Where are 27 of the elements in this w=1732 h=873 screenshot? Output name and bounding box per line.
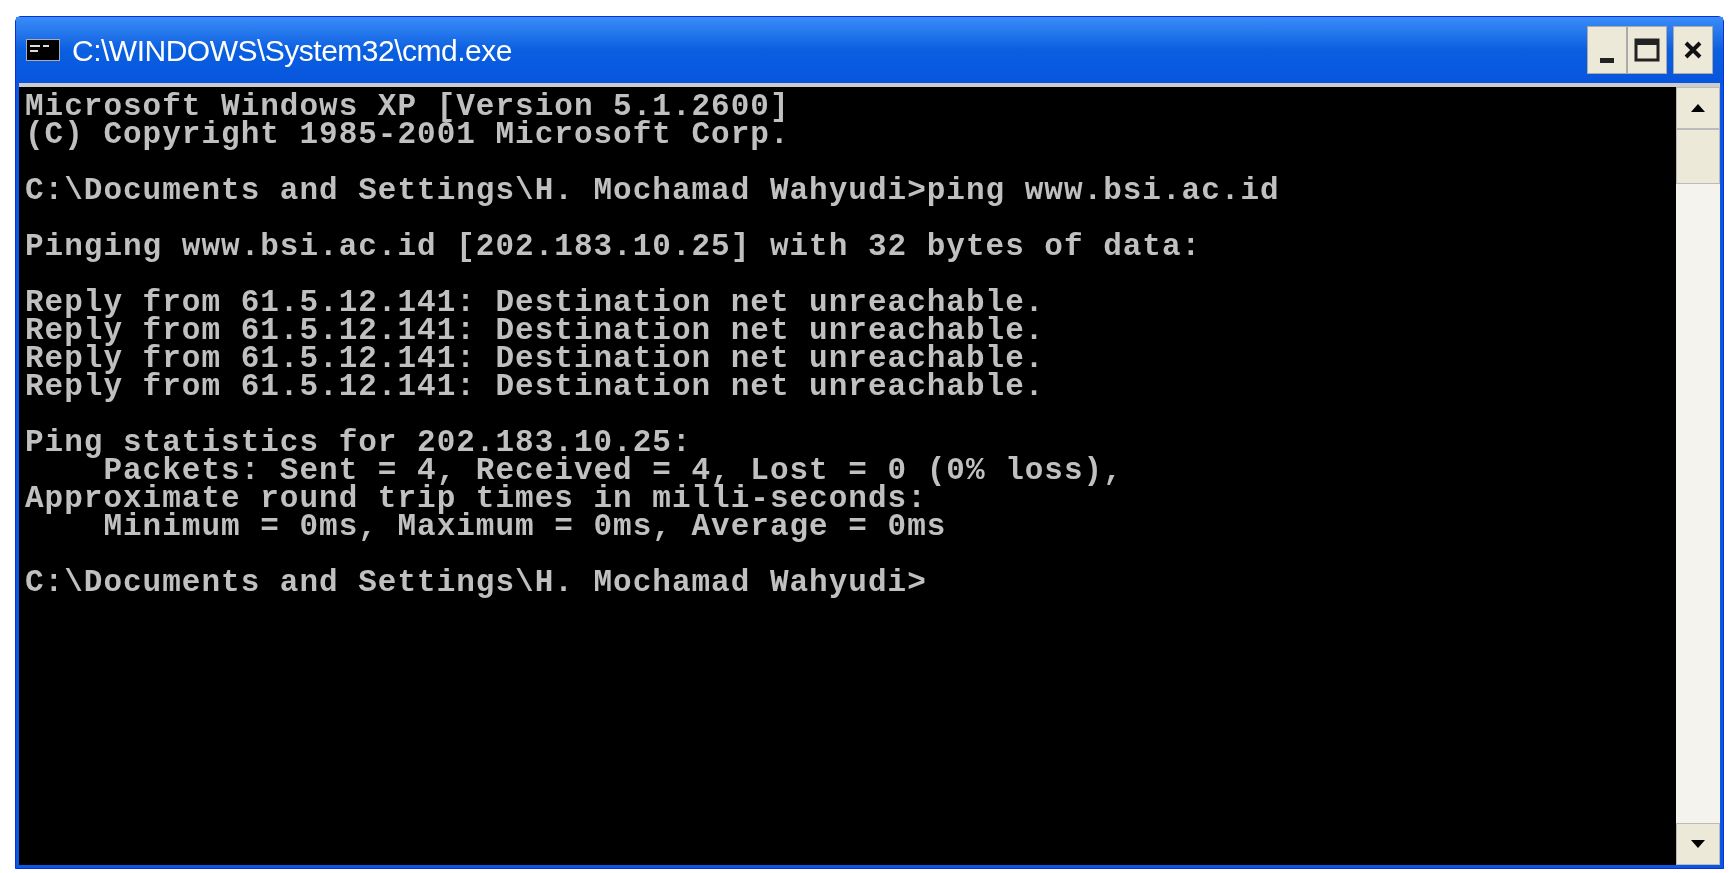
minimize-icon	[1600, 58, 1614, 63]
console-line: Approximate round trip times in milli-seconds:	[25, 485, 927, 513]
console-icon	[26, 39, 60, 61]
window-title: C:\WINDOWS\System32\cmd.exe	[72, 32, 512, 69]
up-arrow-icon	[1691, 104, 1705, 112]
console-line: Pinging www.bsi.ac.id [202.183.10.25] with 32 bytes of data:	[25, 233, 1202, 261]
scroll-thumb[interactable]	[1676, 129, 1720, 184]
scrollbar[interactable]	[1676, 87, 1720, 865]
scroll-down-button[interactable]	[1676, 823, 1720, 865]
console-line: C:\Documents and Settings\H. Mochamad Wahyudi>ping www.bsi.ac.id	[25, 177, 1280, 205]
maximize-icon	[1634, 38, 1660, 62]
down-arrow-icon	[1691, 840, 1705, 848]
console-line: Minimum = 0ms, Maximum = 0ms, Average = 0ms	[103, 513, 947, 541]
console-line: Microsoft Windows XP [Version 5.1.2600]	[25, 93, 790, 121]
close-button[interactable]	[1673, 26, 1713, 74]
console-line: Ping statistics for 202.183.10.25:	[25, 429, 692, 457]
console-line: Reply from 61.5.12.141: Destination net unreachable.	[25, 317, 1045, 345]
scroll-up-button[interactable]	[1676, 87, 1720, 129]
maximize-button[interactable]	[1627, 26, 1667, 74]
minimize-button[interactable]	[1587, 26, 1627, 74]
console-line: (C) Copyright 1985-2001 Microsoft Corp.	[25, 121, 790, 149]
console-line: Reply from 61.5.12.141: Destination net unreachable.	[25, 373, 1045, 401]
console-line: Packets: Sent = 4, Received = 4, Lost = 0 (0% loss),	[103, 457, 1123, 485]
console-line: Reply from 61.5.12.141: Destination net unreachable.	[25, 345, 1045, 373]
close-icon	[1683, 40, 1703, 60]
console-line: C:\Documents and Settings\H. Mochamad Wahyudi>	[25, 569, 927, 597]
console-line: Reply from 61.5.12.141: Destination net unreachable.	[25, 289, 1045, 317]
